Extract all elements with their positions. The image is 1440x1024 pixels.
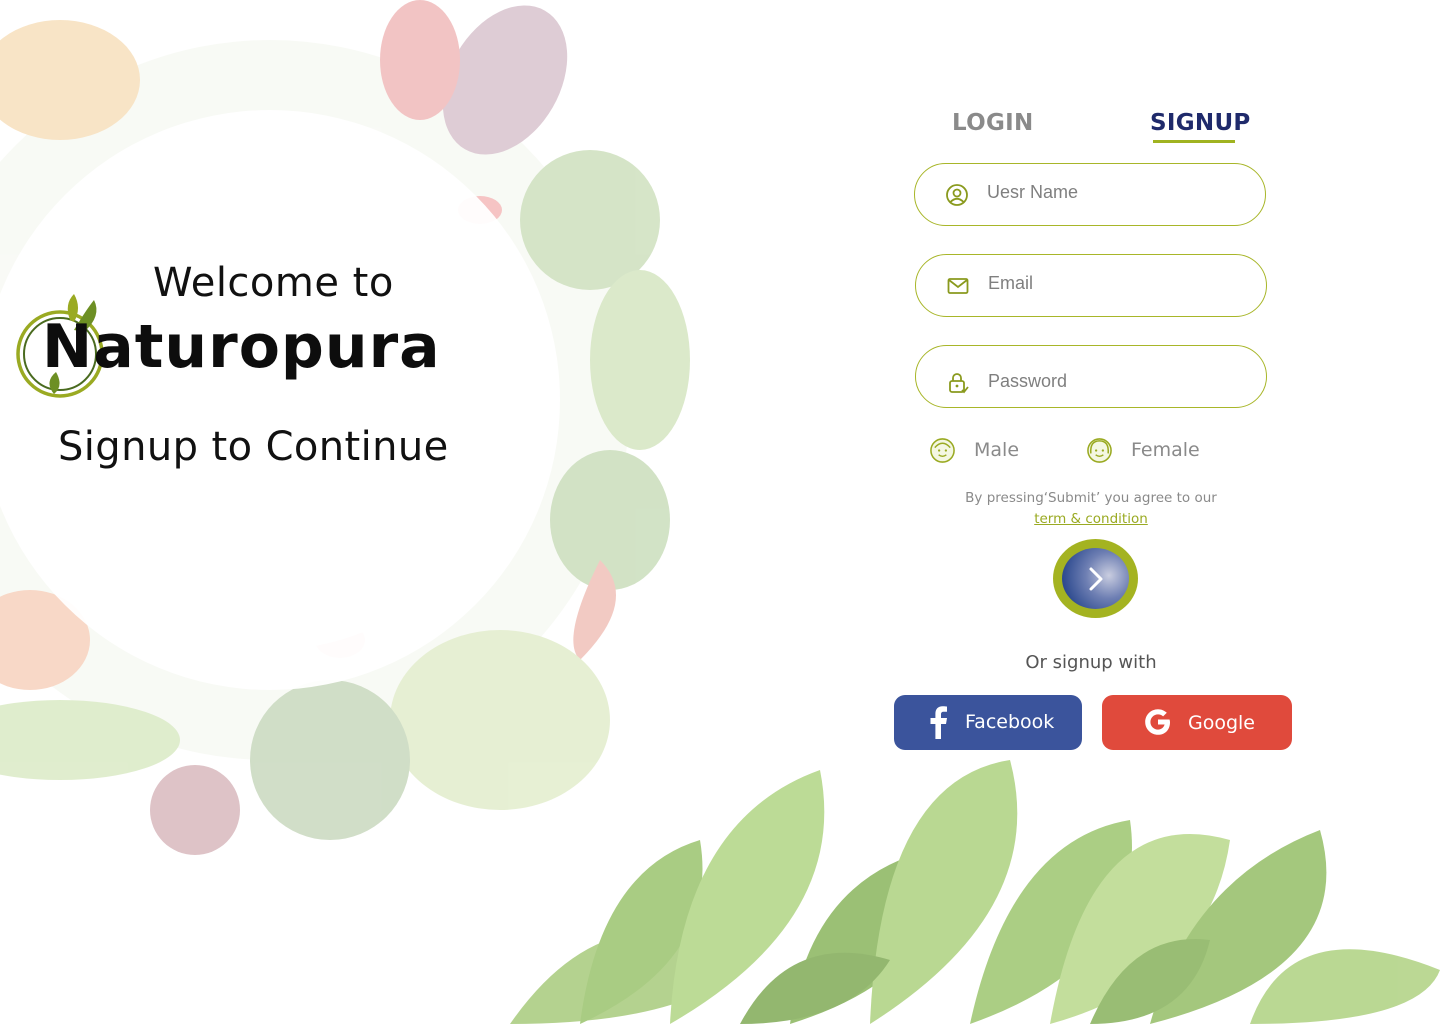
chevron-right-icon bbox=[1089, 567, 1103, 591]
girl-face-icon bbox=[1087, 438, 1112, 463]
welcome-heading: Welcome to bbox=[153, 260, 394, 306]
submit-button[interactable] bbox=[1053, 539, 1138, 618]
google-label: Google bbox=[1188, 712, 1256, 734]
terms-text: By pressing‘Submit’ you agree to our bbox=[965, 490, 1217, 506]
social-signup-heading: Or signup with bbox=[1025, 652, 1157, 673]
password-field[interactable]: Password bbox=[915, 345, 1267, 408]
tab-login[interactable]: LOGIN bbox=[952, 110, 1034, 136]
facebook-label: Facebook bbox=[965, 711, 1055, 733]
username-field[interactable]: Uesr Name bbox=[914, 163, 1266, 226]
facebook-signup-button[interactable]: Facebook bbox=[894, 695, 1082, 750]
lock-icon bbox=[949, 373, 969, 394]
terms-link[interactable]: term & condition bbox=[1034, 511, 1148, 527]
leaves-background bbox=[510, 760, 1440, 1024]
page-subtitle: Signup to Continue bbox=[58, 424, 449, 470]
password-placeholder: Password bbox=[988, 371, 1068, 391]
boy-face-icon bbox=[930, 438, 955, 463]
facebook-logo-icon bbox=[930, 706, 947, 739]
gender-male-label: Male bbox=[974, 439, 1020, 461]
email-placeholder: Email bbox=[988, 273, 1034, 293]
gender-female-option[interactable]: Female bbox=[1086, 436, 1216, 466]
google-logo-icon bbox=[1145, 709, 1170, 735]
active-tab-indicator bbox=[1153, 140, 1235, 143]
terms-notice: By pressing‘Submit’ you agree to our ter… bbox=[960, 488, 1222, 530]
gender-male-option[interactable]: Male bbox=[929, 436, 1039, 466]
username-placeholder: Uesr Name bbox=[987, 182, 1079, 202]
user-circle-icon bbox=[946, 184, 968, 206]
tab-signup[interactable]: SIGNUP bbox=[1150, 110, 1251, 136]
email-field[interactable]: Email bbox=[915, 254, 1267, 317]
brand-name: Naturopura bbox=[42, 312, 441, 382]
envelope-icon bbox=[947, 278, 969, 294]
gender-female-label: Female bbox=[1131, 439, 1200, 461]
google-signup-button[interactable]: Google bbox=[1102, 695, 1292, 750]
